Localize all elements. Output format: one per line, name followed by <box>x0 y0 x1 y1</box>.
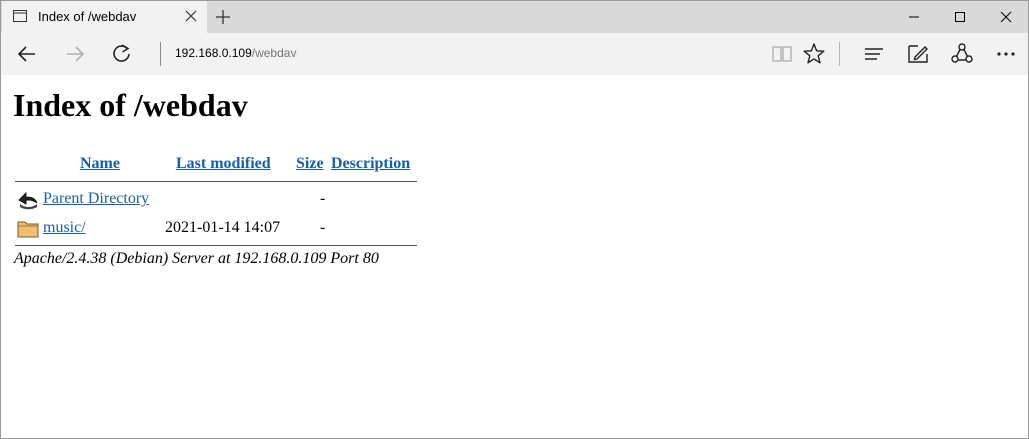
address-bar[interactable]: 192.168.0.109/webdav <box>175 46 296 60</box>
back-icon[interactable] <box>13 40 41 68</box>
page-icon <box>13 10 27 22</box>
folder-icon <box>17 217 39 239</box>
maximize-icon[interactable] <box>937 1 983 33</box>
column-header-size[interactable]: Size <box>296 155 324 173</box>
address-path: /webdav <box>251 46 297 60</box>
page-content: Index of /webdav Name Last modified Size… <box>1 75 1028 438</box>
favorite-star-icon[interactable] <box>800 40 828 68</box>
close-icon[interactable] <box>983 1 1028 33</box>
row-size: - <box>320 219 326 236</box>
share-icon[interactable] <box>948 40 976 68</box>
back-arrow-icon <box>17 188 39 210</box>
forward-icon[interactable] <box>61 40 89 68</box>
column-header-last-modified[interactable]: Last modified <box>176 155 271 173</box>
row-last-modified: 2021-01-14 14:07 <box>165 219 281 236</box>
address-separator <box>160 42 161 66</box>
row-size: - <box>320 190 326 207</box>
web-note-icon[interactable] <box>904 40 932 68</box>
link-music[interactable]: music/ <box>43 219 86 237</box>
tab-title: Index of /webdav <box>38 9 137 24</box>
address-host: 192.168.0.109 <box>175 46 252 60</box>
minimize-icon[interactable] <box>891 1 937 33</box>
header-divider <box>15 181 417 182</box>
page-heading: Index of /webdav <box>13 87 248 123</box>
toolbar-separator <box>839 42 840 66</box>
tab-active[interactable]: Index of /webdav <box>2 1 207 33</box>
column-header-name[interactable]: Name <box>80 155 120 173</box>
more-options-icon[interactable] <box>992 40 1020 68</box>
link-parent-directory[interactable]: Parent Directory <box>43 190 149 208</box>
browser-window: Index of /webdav 192.168.0.109/webdav In… <box>0 0 1029 439</box>
refresh-icon[interactable] <box>108 40 136 68</box>
reading-view-icon[interactable] <box>768 40 796 68</box>
title-bar: Index of /webdav <box>1 1 1028 33</box>
server-signature: Apache/2.4.38 (Debian) Server at 192.168… <box>14 250 379 267</box>
hub-icon[interactable] <box>860 40 888 68</box>
navigation-bar: 192.168.0.109/webdav <box>1 33 1028 75</box>
new-tab-icon[interactable] <box>213 7 233 27</box>
column-header-description[interactable]: Description <box>331 155 410 173</box>
footer-divider <box>15 245 417 246</box>
tab-close-icon[interactable] <box>182 7 200 25</box>
